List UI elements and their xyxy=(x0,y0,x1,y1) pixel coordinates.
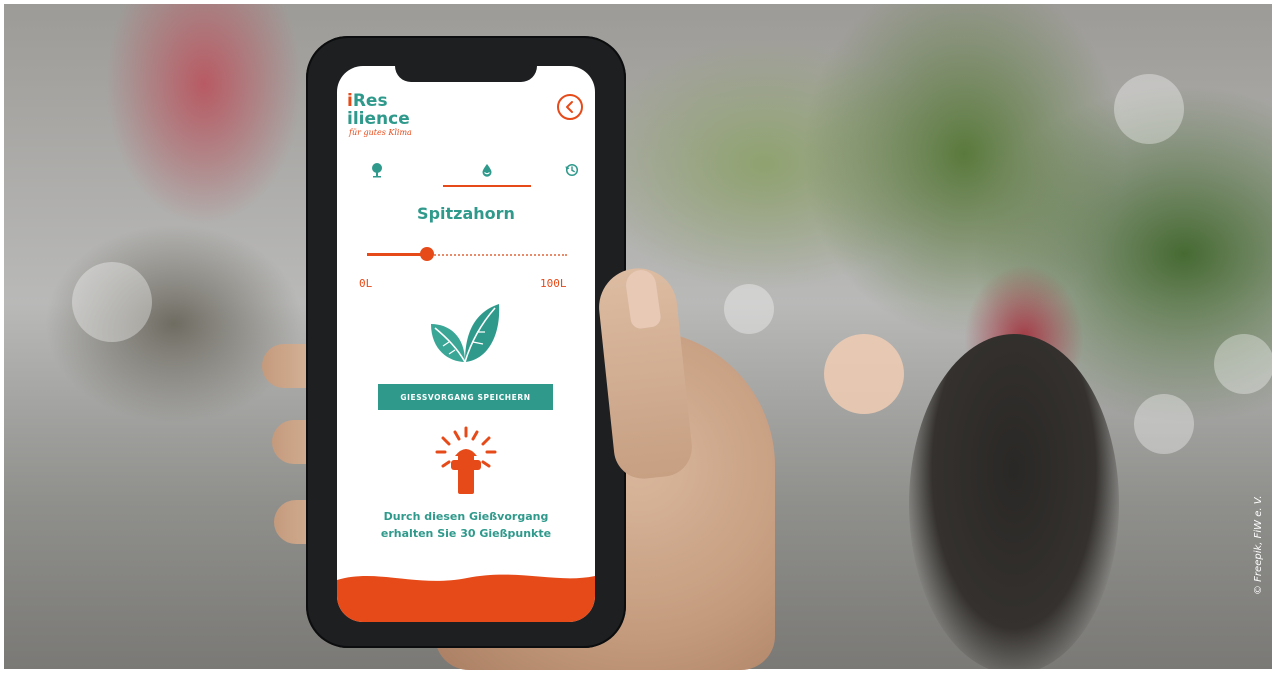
back-button[interactable] xyxy=(557,94,583,120)
tab-watering[interactable] xyxy=(467,158,507,182)
tab-history[interactable] xyxy=(552,158,592,182)
leaves-icon xyxy=(431,304,500,363)
chevron-left-icon xyxy=(566,101,573,113)
watering-slider-fill xyxy=(367,253,426,256)
history-icon xyxy=(565,163,579,177)
active-tab-indicator xyxy=(443,185,531,187)
phone-notch xyxy=(395,56,537,82)
footer-wave xyxy=(337,574,595,622)
save-watering-button[interactable]: GIESSVORGANG SPEICHERN xyxy=(378,384,553,410)
hydrant-icon xyxy=(435,426,497,494)
points-message: Durch diesen Gießvorgang erhalten Sie 30… xyxy=(337,508,595,542)
app-logo: iRes ilience für gutes Klima xyxy=(347,92,412,138)
tab-bar xyxy=(357,158,579,190)
tree-pin-icon xyxy=(372,163,382,178)
slider-max-label: 100L xyxy=(540,277,567,290)
logo-line1: Res xyxy=(352,91,388,111)
slider-min-label: 0L xyxy=(359,277,373,290)
photo-credit: © Freepik, FiW e. V. xyxy=(1253,495,1264,595)
app-screen: iRes ilience für gutes Klima Spitzahorn … xyxy=(337,66,595,622)
water-drop-icon xyxy=(482,164,492,177)
points-message-line1: Durch diesen Gießvorgang xyxy=(383,510,549,523)
watering-slider-handle[interactable] xyxy=(420,247,434,261)
logo-tagline: für gutes Klima xyxy=(349,128,412,137)
tree-name-title: Spitzahorn xyxy=(417,204,515,223)
points-message-line2: erhalten Sie 30 Gießpunkte xyxy=(380,527,552,540)
tab-tree-location[interactable] xyxy=(357,158,397,182)
logo-line2: ilience xyxy=(347,109,410,129)
